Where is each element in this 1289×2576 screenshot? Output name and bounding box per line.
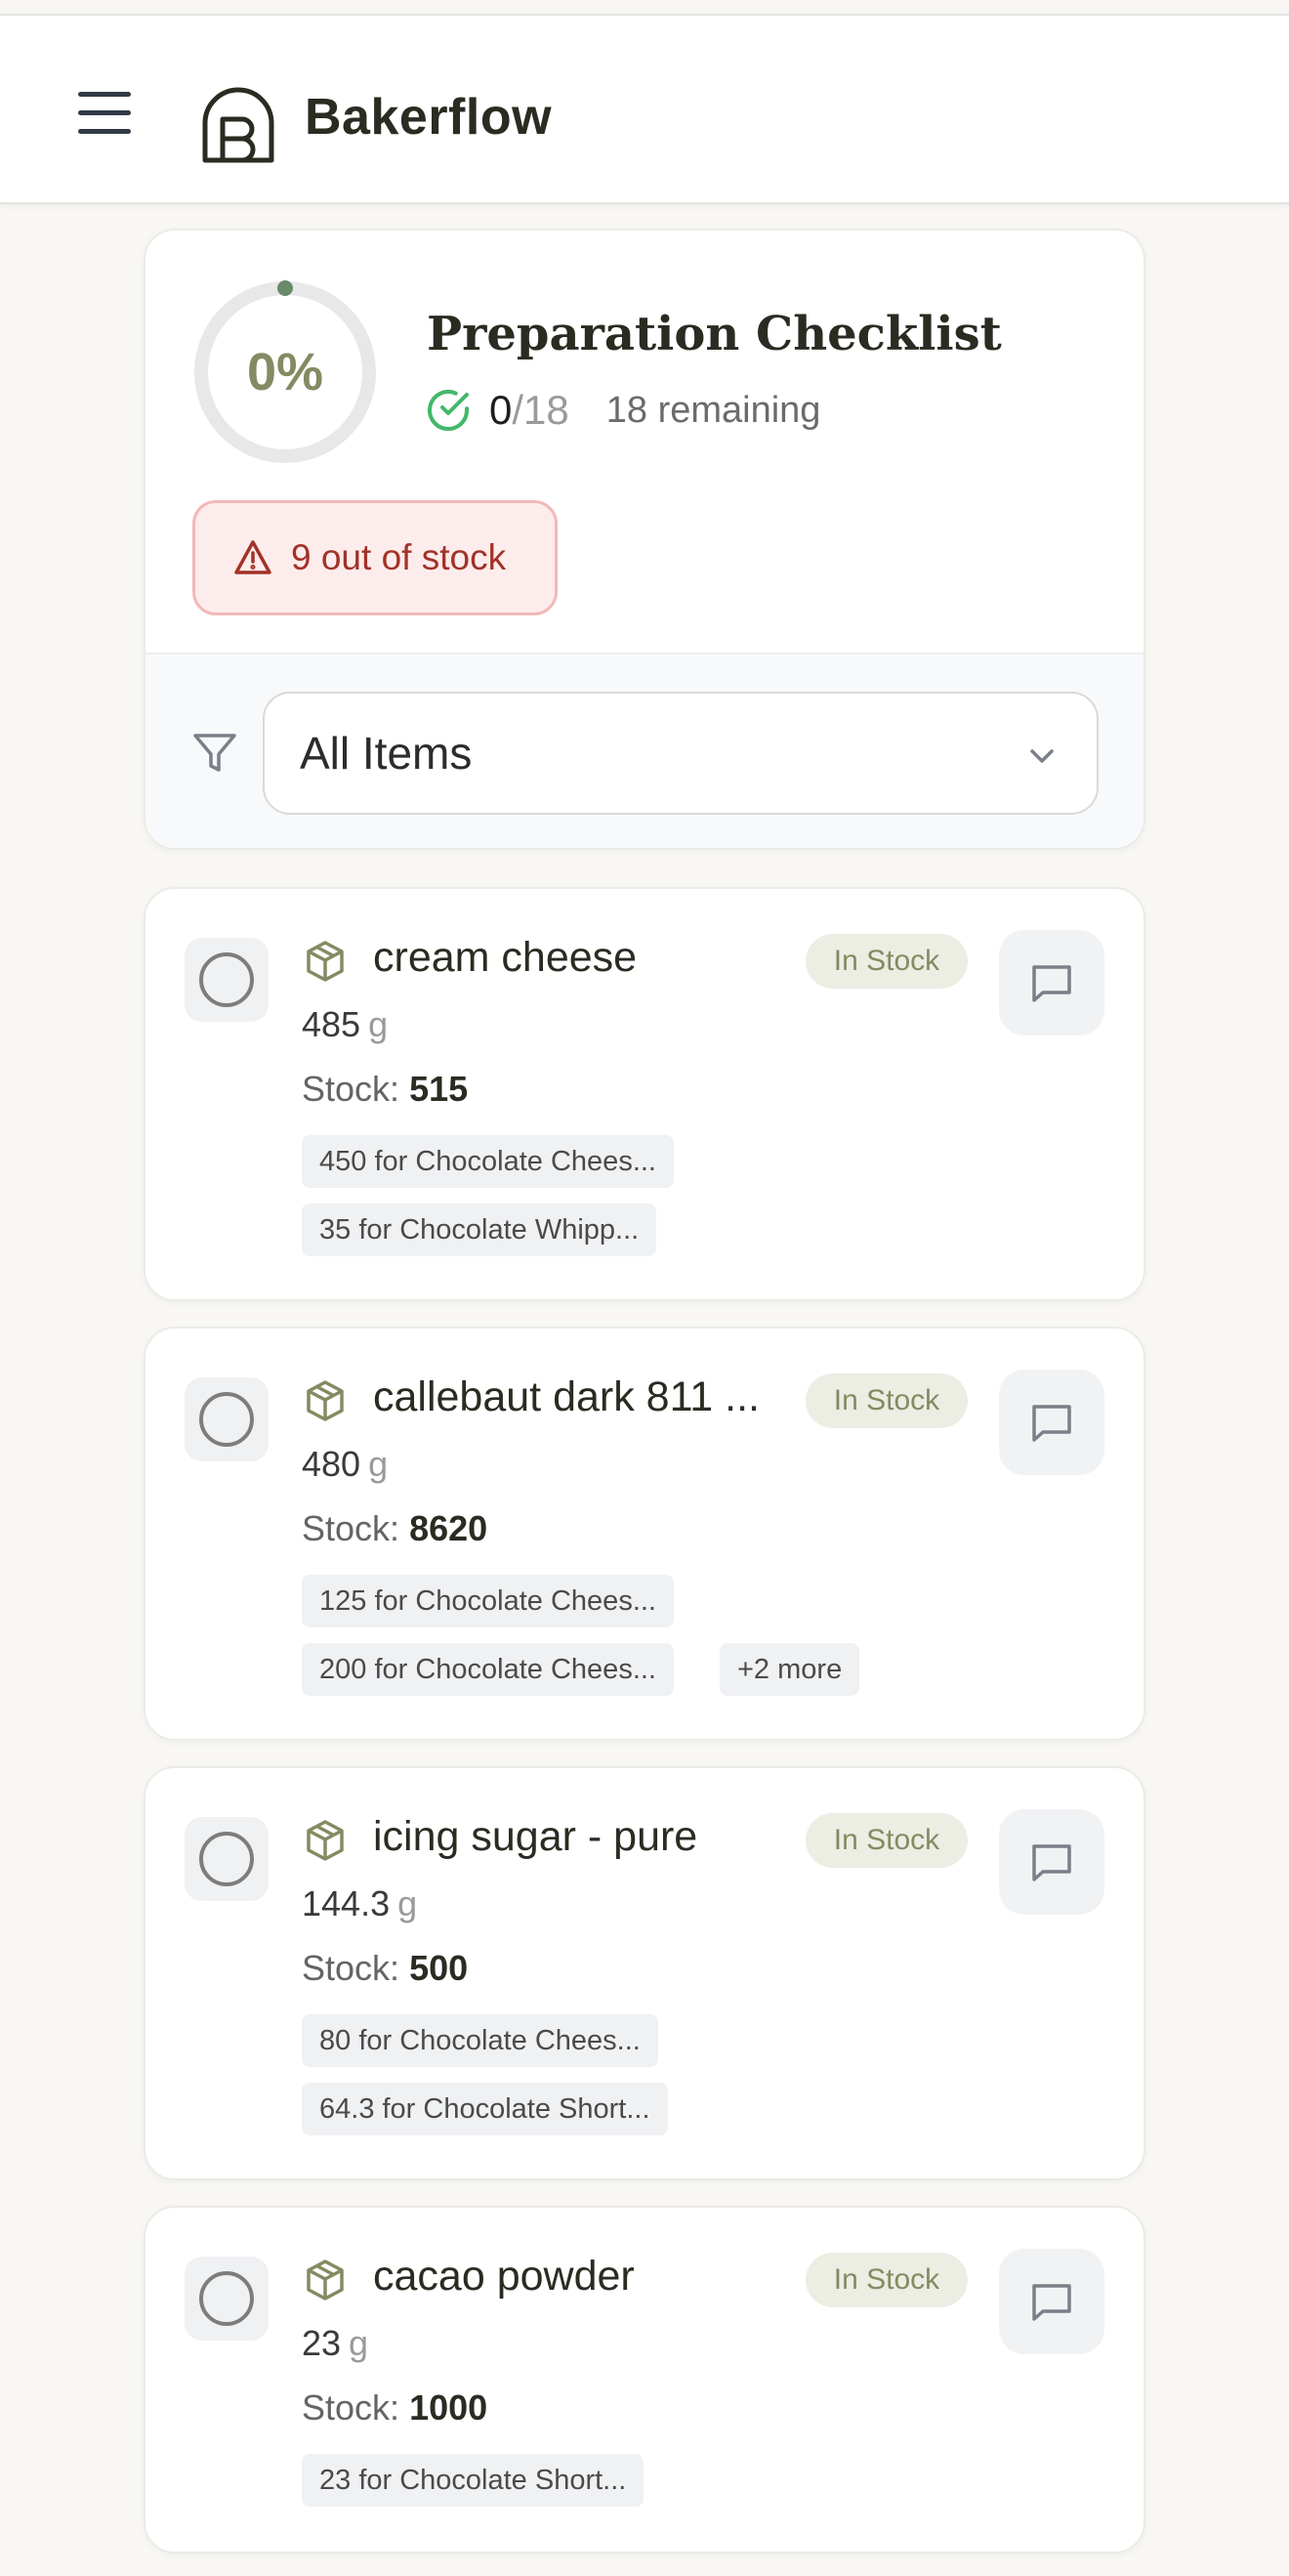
required-quantity: 485 g xyxy=(302,1004,389,1044)
more-tags-chip[interactable]: +2 more xyxy=(720,1643,860,1696)
comment-button[interactable] xyxy=(999,2249,1104,2354)
ingredient-card: icing sugar - pure In Stock 144.3 g Stock… xyxy=(144,1766,1145,2180)
comment-icon xyxy=(1032,2284,1071,2321)
package-icon xyxy=(307,1380,344,1421)
recipe-usage-tag: 80 for Chocolate Chees... xyxy=(302,2014,658,2067)
completed-count: 0 xyxy=(489,387,513,433)
comment-icon xyxy=(1032,1405,1071,1442)
ingredient-name: cream cheese xyxy=(373,934,638,981)
ingredient-name: cacao powder xyxy=(373,2253,635,2300)
filter-select[interactable]: All Items xyxy=(263,692,1099,815)
remaining-count: 18 remaining xyxy=(605,389,821,431)
recipe-usage-tag: 450 for Chocolate Chees... xyxy=(302,1135,674,1188)
comment-icon xyxy=(1032,1844,1071,1881)
recipe-usage-tag: 125 for Chocolate Chees... xyxy=(302,1575,674,1627)
required-quantity: 23 g xyxy=(302,2323,369,2363)
recipe-usage-tag: 23 for Chocolate Short... xyxy=(302,2454,644,2507)
checkbox-circle-icon xyxy=(199,1392,254,1447)
item-checkbox[interactable] xyxy=(185,1817,269,1901)
stock-level: Stock: 1000 xyxy=(302,2387,488,2428)
package-icon xyxy=(307,2259,344,2301)
package-icon xyxy=(307,1820,344,1861)
comment-icon xyxy=(1032,965,1071,1002)
recipe-usage-tag: 200 for Chocolate Chees... xyxy=(302,1643,674,1696)
app-name: Bakerflow xyxy=(305,89,553,146)
filter-select-value: All Items xyxy=(300,728,473,779)
stock-level: Stock: 500 xyxy=(302,1948,469,1988)
checkbox-circle-icon xyxy=(199,1832,254,1886)
hamburger-menu-icon[interactable] xyxy=(70,86,141,141)
item-checkbox[interactable] xyxy=(185,2257,269,2341)
check-circle-icon xyxy=(428,390,469,431)
recipe-usage-tag: 64.3 for Chocolate Short... xyxy=(302,2083,668,2135)
out-of-stock-text: 9 out of stock xyxy=(291,537,507,577)
ingredient-name: callebaut dark 811 ... xyxy=(373,1373,761,1420)
total-count: /18 xyxy=(512,387,569,433)
stock-status-badge: In Stock xyxy=(806,1813,968,1868)
out-of-stock-badge[interactable]: 9 out of stock xyxy=(192,500,558,615)
ingredient-card: callebaut dark 811 ... In Stock 480 g Sto… xyxy=(144,1327,1145,1741)
progress-count: 0 /18 18 remaining xyxy=(425,387,820,434)
comment-button[interactable] xyxy=(999,930,1104,1035)
filter-funnel-icon xyxy=(193,734,236,772)
chevron-down-icon xyxy=(1030,749,1054,763)
checklist-summary-card: 0% Preparation Checklist 0 /18 18 remain… xyxy=(144,229,1145,850)
item-checkbox[interactable] xyxy=(185,938,269,1022)
filter-bar: All Items xyxy=(146,653,1143,848)
stock-level: Stock: 8620 xyxy=(302,1508,488,1548)
comment-button[interactable] xyxy=(999,1809,1104,1915)
required-quantity: 144.3 g xyxy=(302,1883,418,1923)
stock-level: Stock: 515 xyxy=(302,1069,469,1109)
stock-status-badge: In Stock xyxy=(806,934,968,989)
package-icon xyxy=(307,941,344,982)
bakerflow-logo[interactable] xyxy=(199,84,279,164)
checkbox-circle-icon xyxy=(199,952,254,1007)
ingredient-name: icing sugar - pure xyxy=(373,1813,698,1860)
stock-status-badge: In Stock xyxy=(806,2253,968,2307)
app-header: Bakerflow xyxy=(0,14,1289,204)
progress-percent: 0% xyxy=(246,343,324,401)
item-checkbox[interactable] xyxy=(185,1377,269,1461)
recipe-usage-tag: 35 for Chocolate Whipp... xyxy=(302,1204,657,1256)
checkbox-circle-icon xyxy=(199,2271,254,2326)
page-title: Preparation Checklist xyxy=(427,307,1002,361)
required-quantity: 480 g xyxy=(302,1444,389,1484)
ingredient-card: cacao powder In Stock 23 g Stock: 1000 23… xyxy=(144,2206,1145,2554)
stock-status-badge: In Stock xyxy=(806,1373,968,1428)
warning-triangle-icon xyxy=(234,540,271,574)
comment-button[interactable] xyxy=(999,1370,1104,1475)
ingredient-card: cream cheese In Stock 485 g Stock: 515 45… xyxy=(144,887,1145,1301)
